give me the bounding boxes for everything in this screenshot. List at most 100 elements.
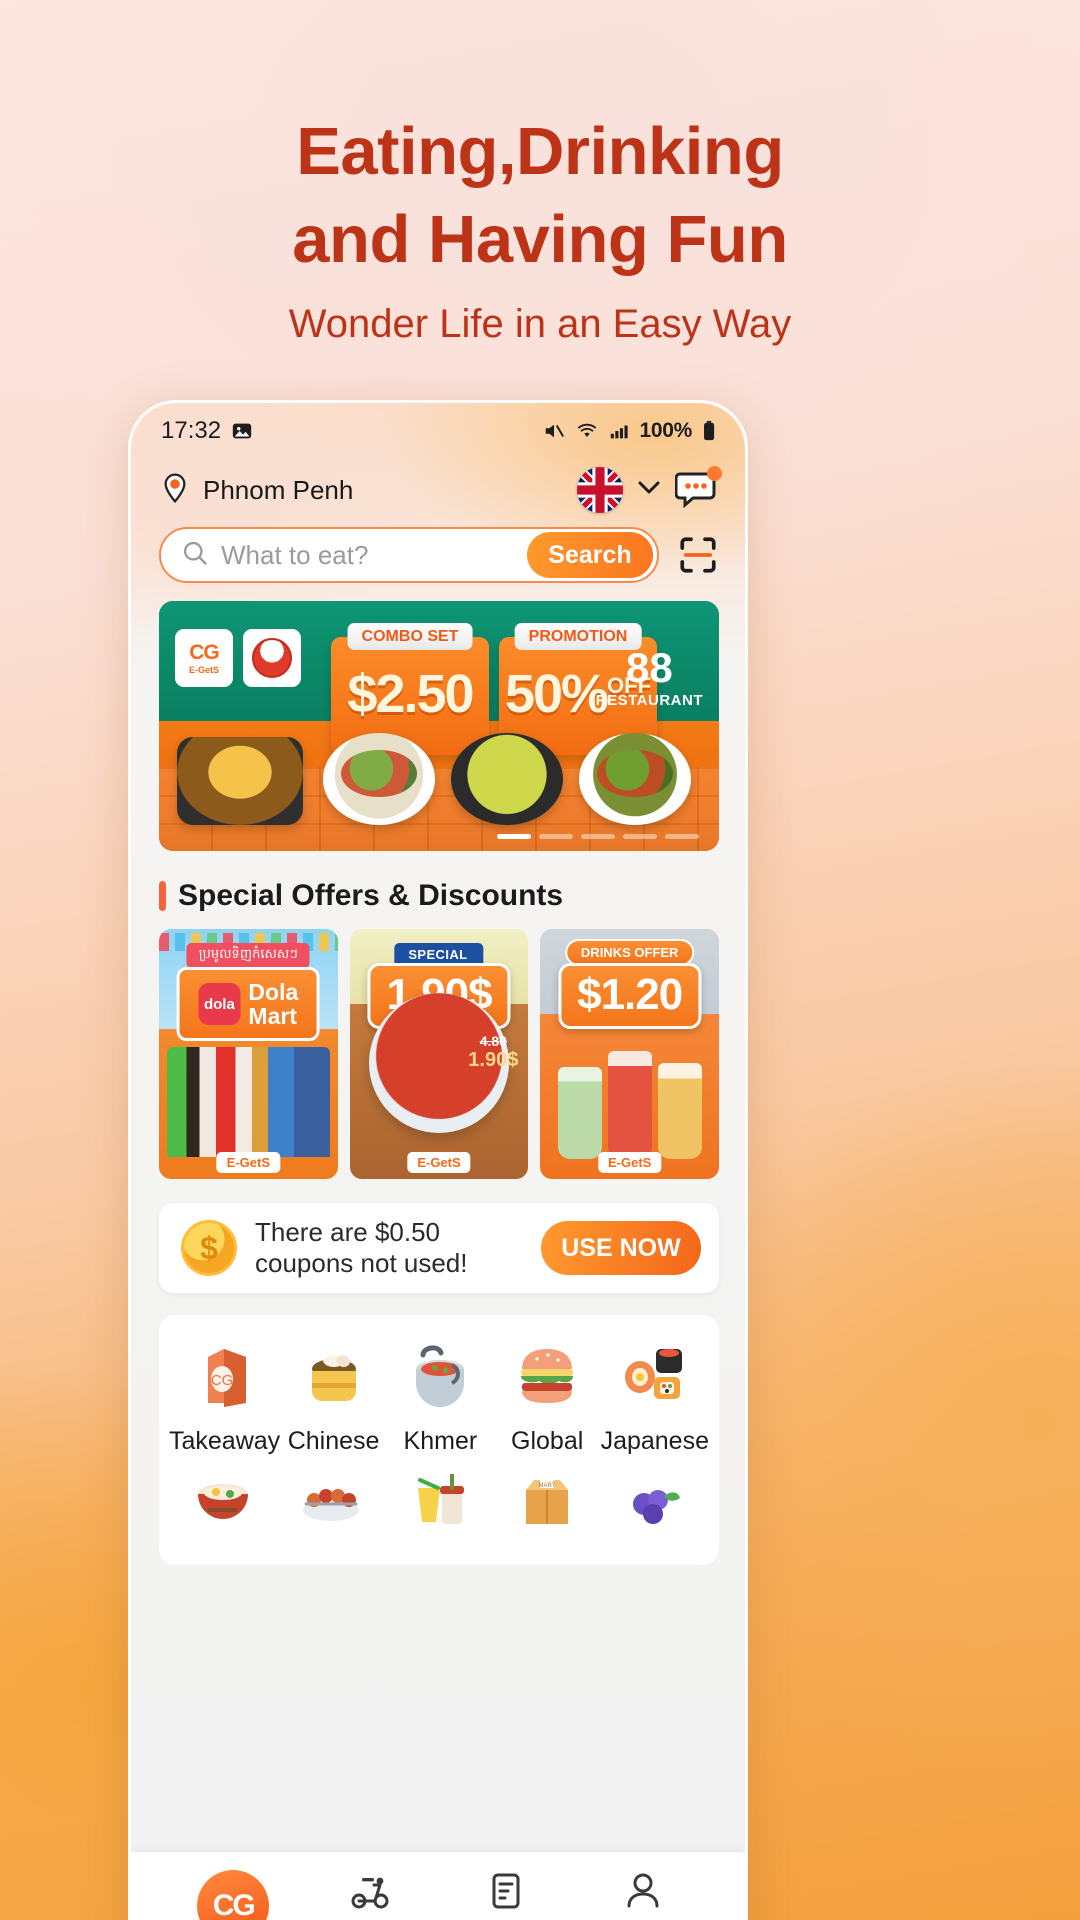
search-input[interactable]: What to eat? xyxy=(221,540,527,571)
svg-text:MART: MART xyxy=(539,1483,556,1489)
category-grid: CG Takeaway Chinese Khmer Global Japanes… xyxy=(159,1315,719,1565)
drinks-icon xyxy=(396,1466,482,1546)
uk-flag-icon[interactable] xyxy=(577,467,623,513)
egets-brand-chip: CG E-GetS xyxy=(175,629,233,687)
offer-product-image xyxy=(167,1047,330,1157)
phone-screen: 17:32 100% Phnom Penh What to eat? Searc… xyxy=(131,403,745,1920)
chat-bubble-icon[interactable] xyxy=(674,466,722,510)
search-icon xyxy=(181,539,209,572)
coin-dollar-icon: $ xyxy=(181,1220,237,1276)
promo-price-combo: $2.50 xyxy=(347,664,474,724)
category-label: Japanese xyxy=(600,1427,709,1455)
category-global[interactable]: Global xyxy=(494,1335,601,1466)
search-bar[interactable]: What to eat? Search xyxy=(159,527,659,583)
banner-dish-fish xyxy=(177,737,303,825)
offer-old-price: 4.80 xyxy=(479,1033,507,1049)
location-selector[interactable]: Phnom Penh xyxy=(159,472,353,509)
restaurant-count: 88 xyxy=(626,644,673,691)
mart-box-icon: MART xyxy=(504,1466,590,1546)
signal-icon xyxy=(608,420,630,442)
carousel-dots[interactable] xyxy=(497,834,699,839)
restaurant-count-label: RESTAURANT xyxy=(595,692,703,709)
offer-card-special-offer[interactable]: SPECIAL OFFER 1.90$ 4.80 1.90$ E-GetS xyxy=(349,929,529,1179)
section-title: Special Offers & Discounts xyxy=(178,879,564,912)
offer-footer-brand: E-GetS xyxy=(598,1152,662,1173)
nav-item-food[interactable]: Food xyxy=(302,1869,439,1920)
sushi-icon xyxy=(612,1335,698,1415)
location-name: Phnom Penh xyxy=(203,474,354,505)
drink-cup xyxy=(657,1063,702,1159)
egets-brand-name: E-GetS xyxy=(188,664,219,675)
location-bar: Phnom Penh xyxy=(131,459,745,521)
dola-logo-mark: dola xyxy=(198,983,241,1025)
nav-item-home[interactable]: CG xyxy=(165,1870,302,1920)
promo-banner-carousel[interactable]: CG E-GetS COMBO SET $2.50 PROMOTION 50%O… xyxy=(159,601,719,851)
drink-cup xyxy=(557,1067,602,1159)
offer-card-dola-mart[interactable]: ប្រមូលទិញកំសេសៗ dola Dola Mart E-GetS xyxy=(159,929,338,1179)
carousel-dot[interactable] xyxy=(665,834,699,839)
promo-tag-combo: COMBO SET xyxy=(347,623,473,650)
qr-scan-icon[interactable] xyxy=(677,534,719,576)
restaurant-logo-icon xyxy=(243,629,301,687)
status-bar: 17:32 100% xyxy=(131,403,745,459)
use-now-button[interactable]: USE NOW xyxy=(541,1221,701,1275)
category-bbq[interactable] xyxy=(277,1466,385,1558)
category-khmer[interactable]: Khmer xyxy=(387,1335,494,1466)
coupon-banner[interactable]: $ There are $0.50 coupons not used! USE … xyxy=(159,1203,719,1293)
category-noodles[interactable] xyxy=(169,1466,277,1558)
nav-item-order[interactable]: Order xyxy=(438,1869,575,1920)
category-label: Khmer xyxy=(403,1427,478,1455)
offer-drinks-image xyxy=(557,1051,702,1159)
category-drinks[interactable] xyxy=(385,1466,493,1558)
offer-card-drinks-offer[interactable]: DRINKS OFFER $1.20 E-GetS xyxy=(540,929,720,1179)
carousel-dot[interactable] xyxy=(497,834,531,839)
hero-subtitle: Wonder Life in an Easy Way xyxy=(288,302,792,346)
banner-dish-salad xyxy=(579,733,691,825)
egets-logo-icon: CG xyxy=(197,1870,270,1920)
offer-card-list: ប្រមូលទិញកំសេសៗ dola Dola Mart E-GetS SPE… xyxy=(159,929,720,1179)
order-list-icon xyxy=(485,1869,527,1913)
bbq-skewer-icon xyxy=(288,1466,374,1546)
egets-mark: CG xyxy=(189,640,219,664)
category-chinese[interactable]: Chinese xyxy=(280,1335,387,1466)
promo-tag-promotion: PROMOTION xyxy=(514,623,642,650)
fruit-icon xyxy=(612,1466,698,1546)
scooter-icon xyxy=(348,1869,392,1913)
chevron-down-icon[interactable] xyxy=(637,480,661,501)
restaurant-count-badge: 88 RESTAURANT xyxy=(595,644,703,710)
chat-unread-badge xyxy=(707,466,722,481)
category-mart[interactable]: MART xyxy=(493,1466,601,1558)
drinks-offer-tag: DRINKS OFFER xyxy=(564,939,695,966)
category-takeaway[interactable]: CG Takeaway xyxy=(169,1335,280,1466)
wifi-icon xyxy=(575,420,599,442)
category-japanese[interactable]: Japanese xyxy=(601,1335,709,1466)
phone-mockup: 17:32 100% Phnom Penh What to eat? Searc… xyxy=(128,400,748,1920)
banner-dish-stirfry xyxy=(323,733,435,825)
drink-cup xyxy=(607,1051,652,1159)
nav-label: Food xyxy=(344,1917,396,1920)
carousel-dot[interactable] xyxy=(539,834,573,839)
nav-label: Me xyxy=(627,1917,659,1920)
hero-line-1: Eating,Drinking xyxy=(296,114,784,189)
dola-brand-text: Dola Mart xyxy=(248,979,299,1029)
banner-dish-soup xyxy=(451,733,563,825)
carousel-dot[interactable] xyxy=(581,834,615,839)
dola-mart-logo: dola Dola Mart xyxy=(176,967,320,1041)
category-label: Chinese xyxy=(287,1427,380,1455)
nav-item-me[interactable]: Me xyxy=(575,1869,712,1920)
category-fruit[interactable] xyxy=(601,1466,709,1558)
carousel-dot[interactable] xyxy=(623,834,657,839)
category-row-2: MART xyxy=(169,1466,709,1558)
image-icon xyxy=(231,420,253,442)
noodle-bowl-icon xyxy=(180,1466,266,1546)
dim-sum-icon xyxy=(291,1335,377,1415)
landing-page: Eating,Drinking and Having Fun Wonder Li… xyxy=(0,0,1080,1920)
search-button[interactable]: Search xyxy=(527,532,653,578)
hero-section: Eating,Drinking and Having Fun Wonder Li… xyxy=(0,108,1080,348)
soup-pot-icon xyxy=(397,1335,483,1415)
offer-footer-brand: E-GetS xyxy=(216,1152,280,1173)
mute-icon xyxy=(542,420,566,442)
coupon-message: There are $0.50 coupons not used! xyxy=(255,1217,468,1278)
nav-label: Order xyxy=(477,1917,536,1920)
burger-icon xyxy=(504,1335,590,1415)
